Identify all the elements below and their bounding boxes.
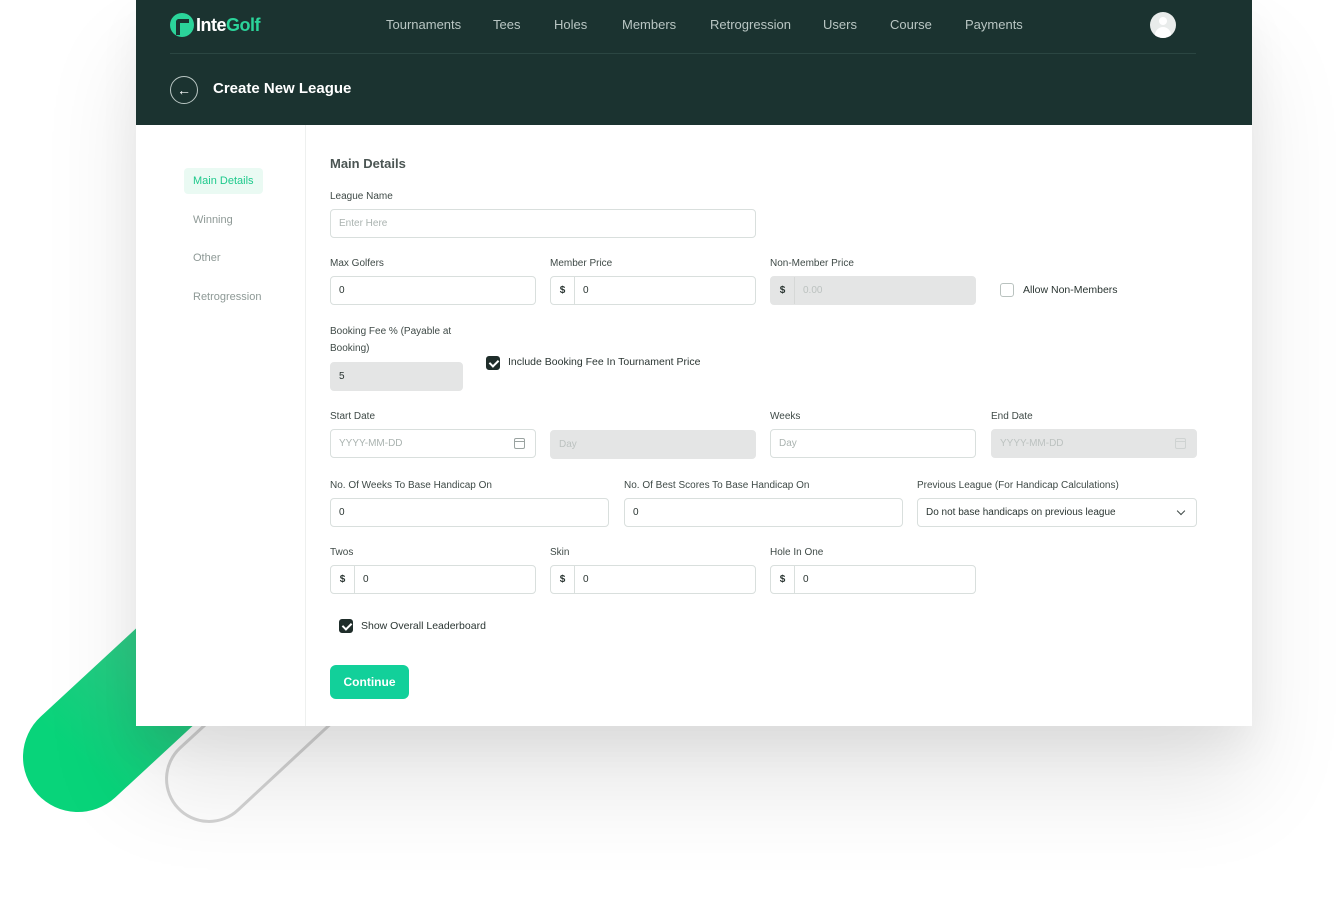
hole-in-one-value: 0 xyxy=(803,574,809,585)
calendar-icon[interactable] xyxy=(514,438,525,449)
chevron-down-icon xyxy=(1176,506,1186,516)
include-booking-fee-label: Include Booking Fee In Tournament Price xyxy=(508,356,701,368)
top-navigation: InteGolf Tournaments Tees Holes Members … xyxy=(170,0,1196,54)
max-golfers-input[interactable]: 0 xyxy=(330,276,536,305)
nav-holes[interactable]: Holes xyxy=(554,17,587,32)
previous-league-select[interactable]: Do not base handicaps on previous league xyxy=(917,498,1197,527)
non-member-price-placeholder: 0.00 xyxy=(803,285,823,296)
twos-label: Twos xyxy=(330,547,354,558)
twos-input[interactable]: $0 xyxy=(330,565,536,594)
nav-retrogression[interactable]: Retrogression xyxy=(710,17,791,32)
booking-fee-label: Booking Fee % (Payable at Booking) xyxy=(330,326,452,354)
end-date-label: End Date xyxy=(991,411,1033,422)
page-title: Create New League xyxy=(213,80,352,97)
currency-symbol: $ xyxy=(551,566,575,593)
back-arrow-icon[interactable]: ← xyxy=(170,76,198,104)
nav-course[interactable]: Course xyxy=(890,17,932,32)
day-input[interactable]: Day xyxy=(550,430,756,459)
skin-label: Skin xyxy=(550,547,570,558)
logo-icon xyxy=(170,13,194,37)
continue-button[interactable]: Continue xyxy=(330,665,409,699)
max-golfers-label: Max Golfers xyxy=(330,258,384,269)
weeks-handicap-label: No. Of Weeks To Base Handicap On xyxy=(330,480,492,491)
allow-non-members-label: Allow Non-Members xyxy=(1023,284,1118,296)
start-date-label: Start Date xyxy=(330,411,376,422)
previous-league-selected: Do not base handicaps on previous league xyxy=(926,507,1116,518)
sidebar-item-winning[interactable]: Winning xyxy=(184,207,242,233)
weeks-handicap-input[interactable]: 0 xyxy=(330,498,609,527)
currency-symbol: $ xyxy=(331,566,355,593)
sidebar-item-main-details[interactable]: Main Details xyxy=(184,168,263,194)
weeks-input[interactable]: Day xyxy=(770,429,976,458)
member-price-label: Member Price xyxy=(550,258,613,269)
logo[interactable]: InteGolf xyxy=(170,12,261,38)
sidebar-item-other[interactable]: Other xyxy=(184,245,230,271)
start-date-placeholder: YYYY-MM-DD xyxy=(339,438,403,449)
include-booking-fee-checkbox[interactable] xyxy=(486,356,500,370)
logo-text: InteGolf xyxy=(196,14,261,35)
currency-symbol: $ xyxy=(771,566,795,593)
allow-non-members-checkbox[interactable] xyxy=(1000,283,1014,297)
nav-users[interactable]: Users xyxy=(823,17,857,32)
sidebar-item-retrogression[interactable]: Retrogression xyxy=(184,284,270,310)
member-price-input[interactable]: $0 xyxy=(550,276,756,305)
league-name-input[interactable]: Enter Here xyxy=(330,209,756,238)
hole-in-one-label: Hole In One xyxy=(770,547,824,558)
hole-in-one-input[interactable]: $0 xyxy=(770,565,976,594)
app-window: InteGolf Tournaments Tees Holes Members … xyxy=(136,0,1252,726)
user-avatar-icon[interactable] xyxy=(1150,12,1176,38)
end-date-input[interactable]: YYYY-MM-DD xyxy=(991,429,1197,458)
best-scores-input[interactable]: 0 xyxy=(624,498,903,527)
end-date-placeholder: YYYY-MM-DD xyxy=(1000,438,1064,449)
twos-value: 0 xyxy=(363,574,369,585)
non-member-price-input[interactable]: $0.00 xyxy=(770,276,976,305)
sidebar: Main Details Winning Other Retrogression xyxy=(136,125,306,726)
currency-symbol: $ xyxy=(771,277,795,304)
nav-tees[interactable]: Tees xyxy=(493,17,520,32)
currency-symbol: $ xyxy=(551,277,575,304)
nav-payments[interactable]: Payments xyxy=(965,17,1023,32)
non-member-price-label: Non-Member Price xyxy=(770,258,854,269)
skin-input[interactable]: $0 xyxy=(550,565,756,594)
show-leaderboard-label: Show Overall Leaderboard xyxy=(361,620,486,632)
skin-value: 0 xyxy=(583,574,589,585)
previous-league-label: Previous League (For Handicap Calculatio… xyxy=(917,480,1119,491)
member-price-value: 0 xyxy=(583,285,589,296)
calendar-icon xyxy=(1175,438,1186,449)
nav-tournaments[interactable]: Tournaments xyxy=(386,17,461,32)
header: InteGolf Tournaments Tees Holes Members … xyxy=(136,0,1252,125)
show-leaderboard-checkbox[interactable] xyxy=(339,619,353,633)
booking-fee-input[interactable]: 5 xyxy=(330,362,463,391)
league-name-label: League Name xyxy=(330,191,393,202)
section-title: Main Details xyxy=(330,156,406,171)
start-date-input[interactable]: YYYY-MM-DD xyxy=(330,429,536,458)
best-scores-label: No. Of Best Scores To Base Handicap On xyxy=(624,480,810,491)
weeks-label: Weeks xyxy=(770,411,801,422)
nav-members[interactable]: Members xyxy=(622,17,676,32)
